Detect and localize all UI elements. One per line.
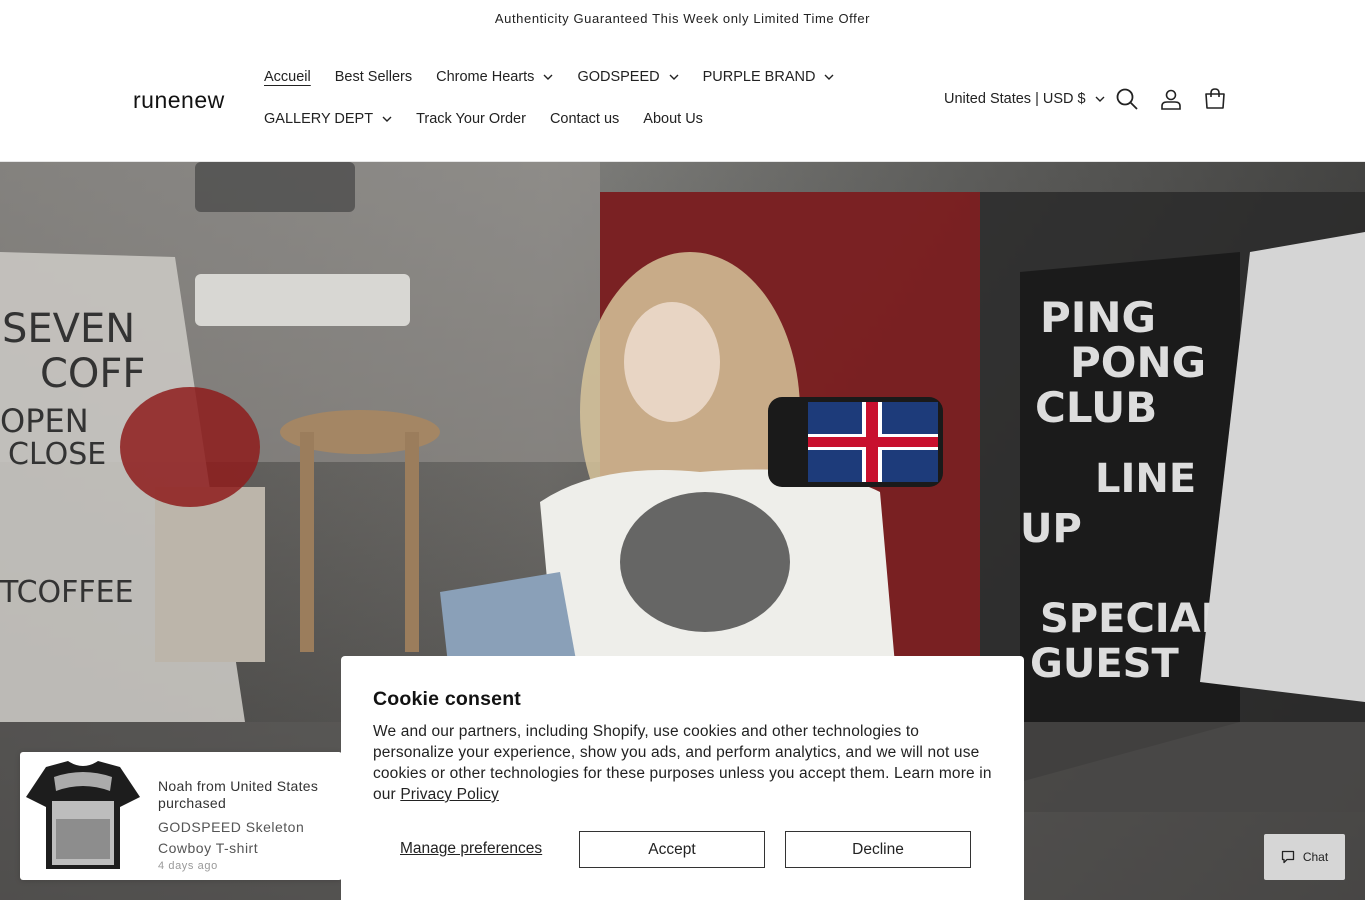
account-icon[interactable] xyxy=(1159,87,1183,111)
nav-item-best-sellers[interactable]: Best Sellers xyxy=(335,69,412,85)
site-header: runenew Accueil Best Sellers Chrome Hear… xyxy=(0,36,1365,162)
svg-text:SEVEN: SEVEN xyxy=(2,306,135,352)
popup-timestamp: 4 days ago xyxy=(158,860,218,872)
announcement-bar: Authenticity Guaranteed This Week only L… xyxy=(0,0,1365,36)
chevron-down-icon xyxy=(382,114,392,124)
country-currency-selector[interactable]: United States | USD $ xyxy=(944,91,1105,107)
nav-item-label: Chrome Hearts xyxy=(436,69,535,85)
svg-text:LINE: LINE xyxy=(1095,456,1196,502)
popup-product-name[interactable]: GODSPEED Skeleton Cowboy T-shirt xyxy=(158,817,328,859)
cart-icon[interactable] xyxy=(1203,87,1227,111)
cookie-consent-dialog: Cookie consent We and our partners, incl… xyxy=(341,656,1024,900)
nav-item-purple-brand[interactable]: PURPLE BRAND xyxy=(703,69,835,85)
nav-item-contact[interactable]: Contact us xyxy=(550,111,619,127)
accept-button[interactable]: Accept xyxy=(579,831,765,868)
nav-item-chrome-hearts[interactable]: Chrome Hearts xyxy=(436,69,553,85)
nav-item-label: About Us xyxy=(643,111,703,127)
recent-purchase-popup[interactable]: Noah from United States purchased GODSPE… xyxy=(20,752,342,880)
svg-text:PING: PING xyxy=(1040,293,1156,342)
chevron-down-icon xyxy=(543,72,553,82)
svg-text:UP: UP xyxy=(1020,506,1082,552)
svg-text:SPECIAL: SPECIAL xyxy=(1040,596,1226,642)
cookie-consent-body: We and our partners, including Shopify, … xyxy=(373,721,992,805)
decline-button[interactable]: Decline xyxy=(785,831,971,868)
svg-text:TCOFFEE: TCOFFEE xyxy=(0,575,134,610)
announcement-text: Authenticity Guaranteed This Week only L… xyxy=(494,10,871,26)
nav-item-gallery-dept[interactable]: GALLERY DEPT xyxy=(264,111,392,127)
nav-item-label: Best Sellers xyxy=(334,69,413,85)
country-currency-label: United States | USD $ xyxy=(944,91,1086,107)
store-logo[interactable]: runenew xyxy=(133,87,225,114)
nav-item-label: GALLERY DEPT xyxy=(264,111,374,127)
svg-text:PONG: PONG xyxy=(1070,338,1206,387)
svg-text:CLOSE: CLOSE xyxy=(8,437,106,472)
nav-item-godspeed[interactable]: GODSPEED xyxy=(577,69,679,85)
chat-bubble-icon xyxy=(1281,850,1294,864)
nav-item-label: PURPLE BRAND xyxy=(702,69,816,85)
chat-button[interactable]: Chat xyxy=(1264,834,1345,880)
product-thumbnail xyxy=(24,759,142,871)
nav-item-label: Accueil xyxy=(264,69,311,85)
manage-preferences-link[interactable]: Manage preferences xyxy=(400,840,542,858)
chevron-down-icon xyxy=(669,72,679,82)
cookie-consent-title: Cookie consent xyxy=(373,688,521,710)
nav-item-accueil[interactable]: Accueil xyxy=(264,69,311,85)
svg-text:OPEN: OPEN xyxy=(0,402,89,440)
search-icon[interactable] xyxy=(1115,87,1139,111)
chevron-down-icon xyxy=(1095,94,1105,104)
nav-item-about[interactable]: About Us xyxy=(643,111,703,127)
main-nav-row-1: Accueil Best Sellers Chrome Hearts GODSP… xyxy=(264,69,858,85)
svg-text:COFF: COFF xyxy=(40,351,145,397)
cookie-consent-actions: Manage preferences Accept Decline xyxy=(373,831,973,868)
nav-item-label: Track Your Order xyxy=(416,111,526,127)
chevron-down-icon xyxy=(824,72,834,82)
svg-text:GUEST: GUEST xyxy=(1030,641,1179,687)
chat-label: Chat xyxy=(1302,850,1329,864)
nav-item-label: GODSPEED xyxy=(577,69,660,85)
nav-item-label: Contact us xyxy=(549,111,620,127)
main-nav-row-2: GALLERY DEPT Track Your Order Contact us… xyxy=(264,111,727,127)
nav-item-track-order[interactable]: Track Your Order xyxy=(416,111,526,127)
svg-text:CLUB: CLUB xyxy=(1035,383,1157,432)
popup-customer-text: Noah from United States purchased xyxy=(158,778,319,811)
privacy-policy-link[interactable]: Privacy Policy xyxy=(400,786,499,803)
